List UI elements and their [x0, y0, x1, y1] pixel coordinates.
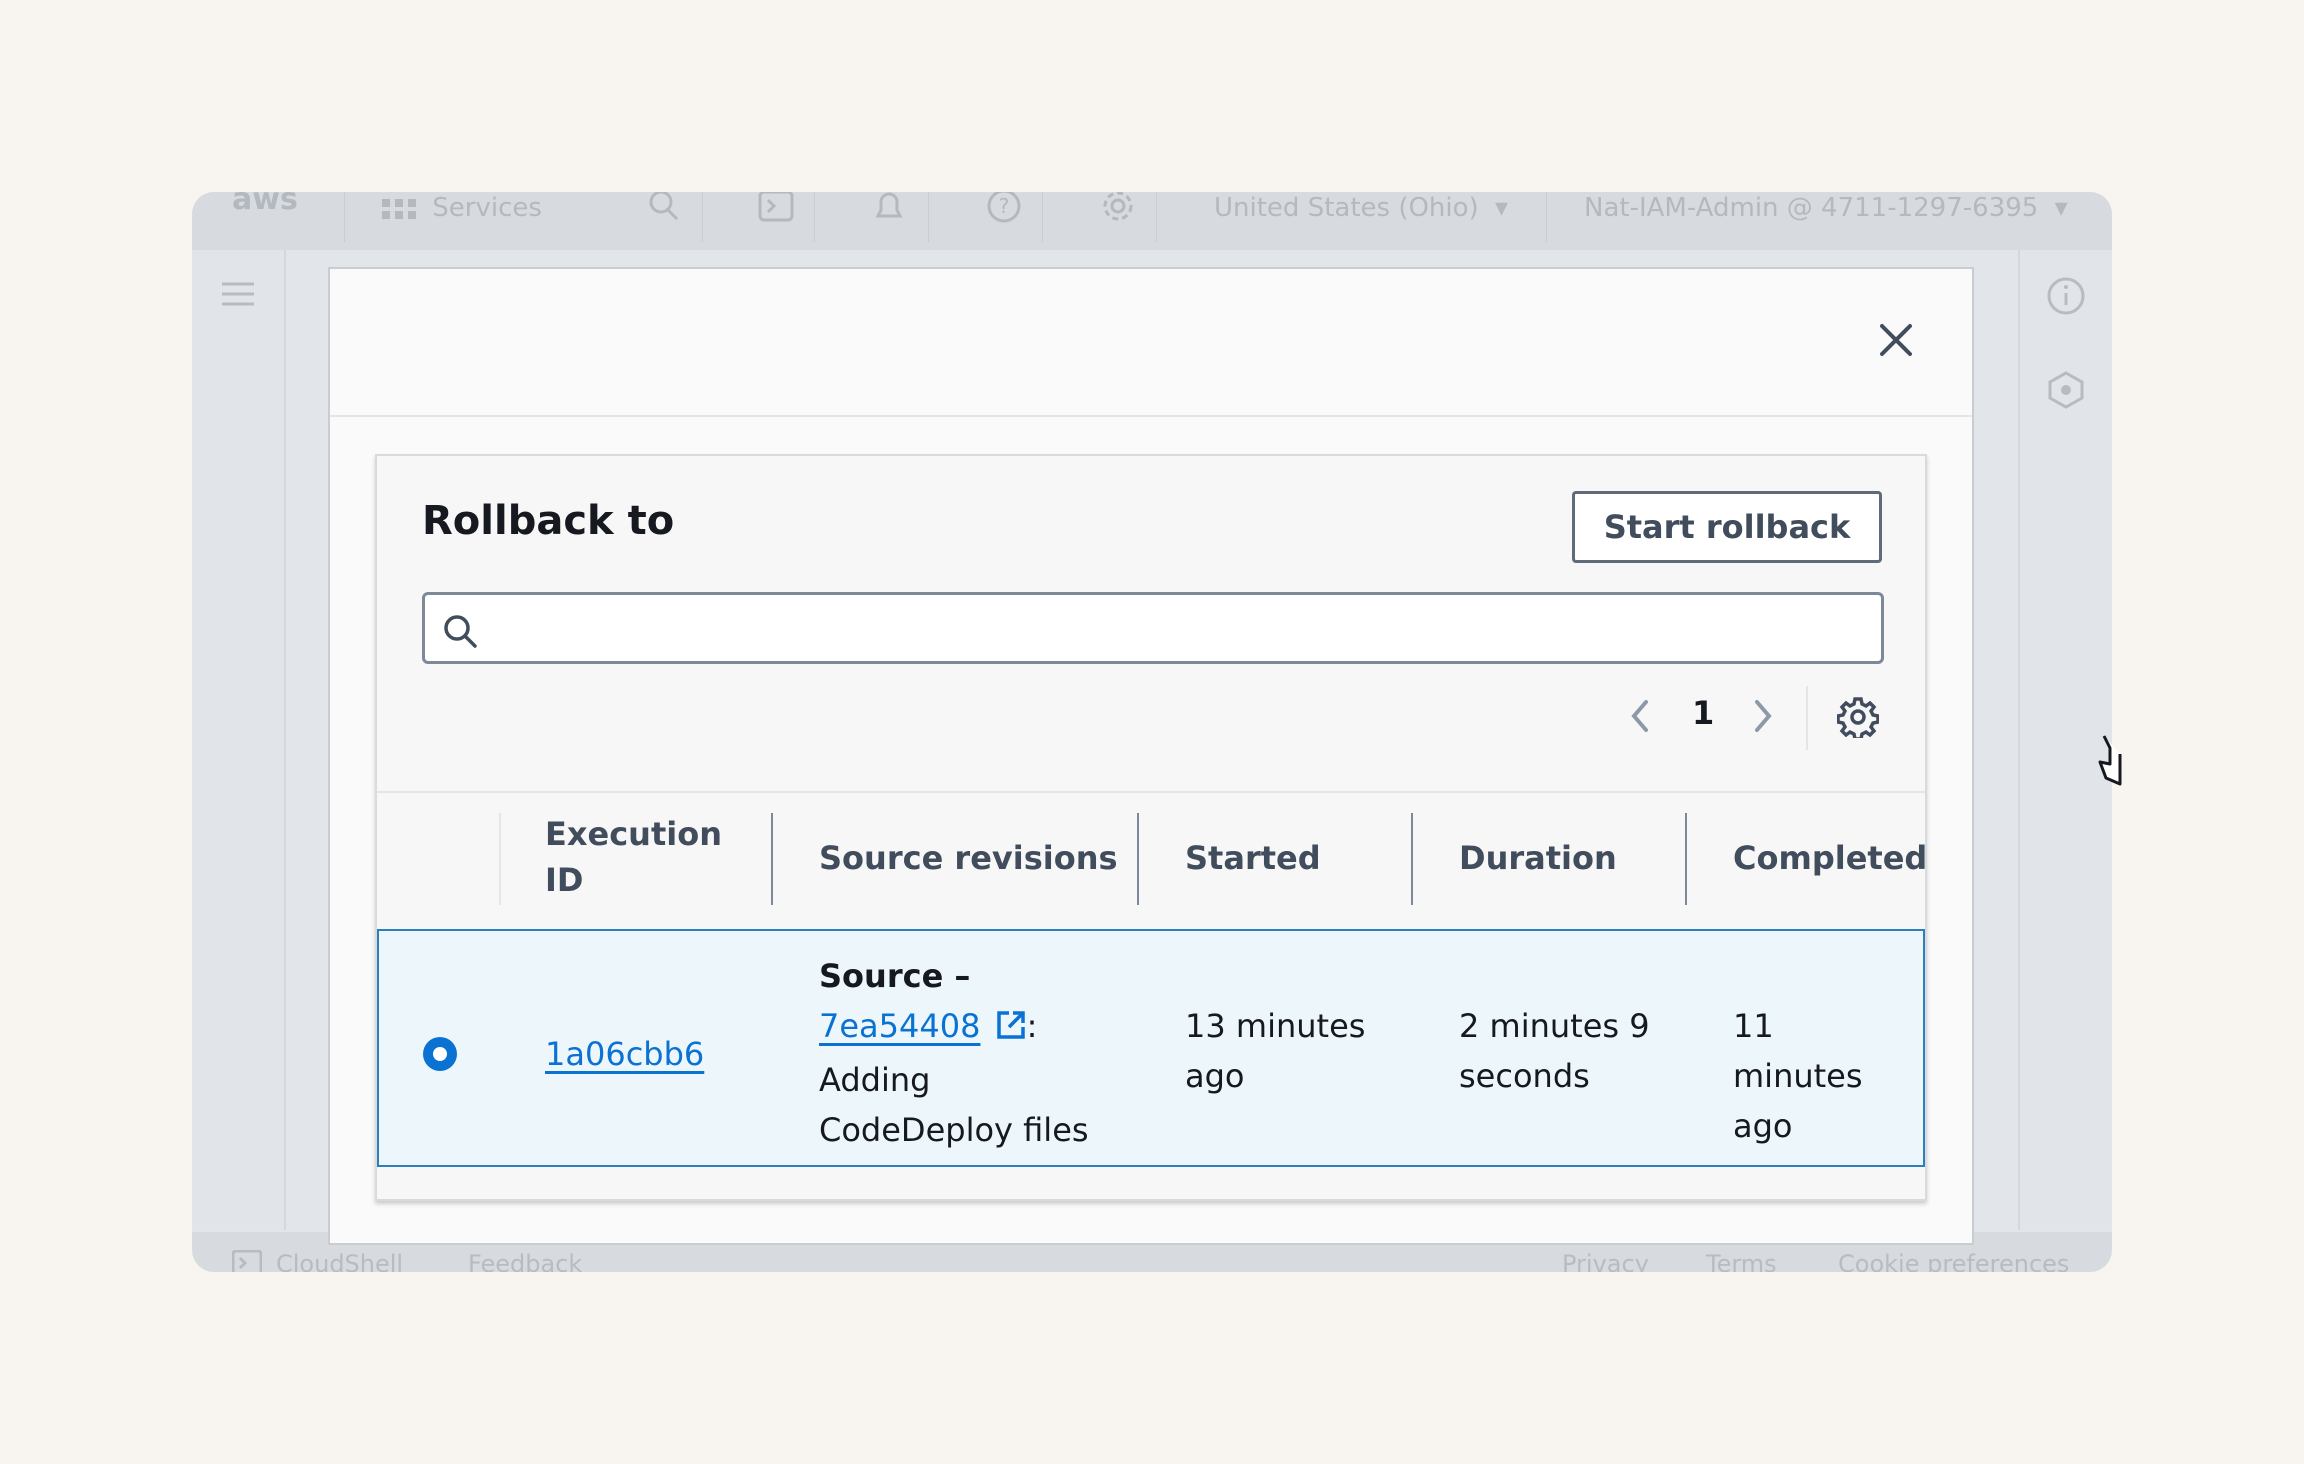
browser-window: aws Services ? United States (Ohio) ▾ Na… [192, 192, 2112, 1272]
menu-icon[interactable] [220, 280, 256, 314]
aws-logo: aws [232, 192, 298, 217]
column-resizer[interactable] [771, 813, 773, 905]
external-link-icon[interactable] [995, 1005, 1027, 1055]
cookie-preferences-link[interactable]: Cookie preferences [1838, 1250, 2069, 1272]
info-icon[interactable] [2046, 276, 2086, 320]
previous-page-icon[interactable] [1624, 694, 1654, 744]
started-cell: 13 minutes ago [1185, 1007, 1366, 1095]
column-header-execution-id[interactable]: Execution ID [545, 811, 745, 903]
pager-divider [1806, 686, 1808, 750]
column-header-source-revisions[interactable]: Source revisions [819, 835, 1118, 881]
privacy-link[interactable]: Privacy [1562, 1250, 1649, 1272]
source-message: Adding CodeDeploy files [819, 1061, 1089, 1149]
column-resizer[interactable] [1411, 813, 1413, 905]
feedback-link[interactable]: Feedback [468, 1250, 582, 1272]
console-top-nav: aws Services ? United States (Ohio) ▾ Na… [192, 192, 2112, 250]
source-suffix: : [1026, 1007, 1038, 1045]
modal-header [330, 269, 1972, 417]
feedback-icon[interactable] [2046, 370, 2086, 414]
page-number[interactable]: 1 [1692, 694, 1714, 732]
column-header-completed[interactable]: Completed [1733, 835, 1925, 881]
search-input[interactable] [422, 592, 1884, 664]
table-header: Execution ID Source revisions Started Du… [377, 791, 1925, 929]
source-label: Source – [819, 957, 971, 995]
column-header-started[interactable]: Started [1185, 835, 1321, 881]
region-label: United States (Ohio) [1214, 193, 1479, 223]
grid-icon [382, 197, 416, 221]
help-icon[interactable]: ? [986, 192, 1022, 230]
cloudshell-footer-icon[interactable] [231, 1249, 263, 1272]
settings-icon[interactable] [1100, 192, 1136, 230]
completed-cell: 11 minutes ago [1733, 1007, 1863, 1145]
services-label: Services [432, 193, 542, 223]
duration-cell: 2 minutes 9 seconds [1459, 1007, 1650, 1095]
start-rollback-button[interactable]: Start rollback [1572, 491, 1882, 563]
services-menu[interactable]: Services [382, 194, 542, 234]
row-radio-button[interactable] [423, 1037, 457, 1071]
account-menu[interactable]: Nat-IAM-Admin @ 4711-1297-6395 ▾ [1584, 194, 2068, 234]
region-selector[interactable]: United States (Ohio) ▾ [1214, 194, 1508, 234]
panel-title: Rollback to [422, 498, 675, 544]
column-resizer[interactable] [1137, 813, 1139, 905]
column-resizer[interactable] [1685, 813, 1687, 905]
cloudshell-link[interactable]: CloudShell [276, 1250, 403, 1272]
terms-link[interactable]: Terms [1706, 1250, 1777, 1272]
account-label: Nat-IAM-Admin @ 4711-1297-6395 [1584, 193, 2039, 223]
left-sidebar [192, 250, 286, 1230]
search-icon[interactable] [647, 192, 681, 230]
svg-text:?: ? [999, 194, 1010, 218]
caret-down-icon: ▾ [2054, 193, 2068, 223]
rollback-panel: Rollback to Start rollback 1 Execution I… [375, 454, 1927, 1201]
caret-down-icon: ▾ [1494, 193, 1509, 223]
source-revision-cell: Source – 7ea54408 : Adding CodeDeploy fi… [819, 951, 1109, 1155]
gear-icon[interactable] [1836, 696, 1880, 746]
cursor-icon [2096, 734, 2126, 794]
bell-icon[interactable] [872, 192, 906, 230]
execution-id-link[interactable]: 1a06cbb6 [545, 1035, 704, 1073]
source-commit-link[interactable]: 7ea54408 [819, 1007, 980, 1045]
cloudshell-icon[interactable] [758, 192, 794, 230]
column-header-duration[interactable]: Duration [1459, 835, 1617, 881]
next-page-icon[interactable] [1749, 694, 1779, 744]
close-icon[interactable] [1872, 316, 1920, 364]
table-row[interactable]: 1a06cbb6 Source – 7ea54408 : Adding Code… [377, 929, 1925, 1167]
rollback-modal: Rollback to Start rollback 1 Execution I… [328, 267, 1974, 1245]
